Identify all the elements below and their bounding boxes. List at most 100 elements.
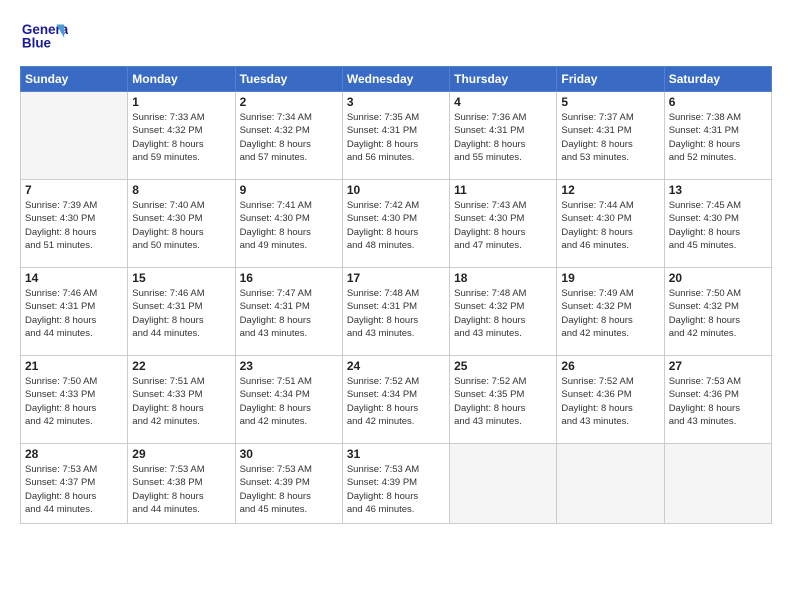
day-number: 24	[347, 359, 445, 373]
calendar-cell: 7Sunrise: 7:39 AMSunset: 4:30 PMDaylight…	[21, 180, 128, 268]
day-number: 10	[347, 183, 445, 197]
header: General Blue	[20, 16, 772, 56]
calendar-cell: 25 Sunrise: 7:52 AMSunset: 4:35 PMDayligh…	[450, 356, 557, 444]
day-number: 20	[669, 271, 767, 285]
day-number: 22	[132, 359, 230, 373]
cell-info: Sunrise: 7:45 AMSunset: 4:30 PMDaylight:…	[669, 199, 767, 252]
day-number: 23	[240, 359, 338, 373]
calendar-cell: 22 Sunrise: 7:51 AMSunset: 4:33 PMDayligh…	[128, 356, 235, 444]
day-number: 25	[454, 359, 552, 373]
day-number: 18	[454, 271, 552, 285]
logo: General Blue	[20, 16, 68, 56]
week-row-1: 1Sunrise: 7:33 AMSunset: 4:32 PMDaylight…	[21, 92, 772, 180]
calendar-cell	[21, 92, 128, 180]
day-header-thursday: Thursday	[450, 67, 557, 92]
logo-icon: General Blue	[20, 16, 68, 56]
cell-info: Sunrise: 7:50 AMSunset: 4:33 PMDaylight:…	[25, 375, 123, 428]
cell-info: Sunrise: 7:38 AMSunset: 4:31 PMDaylight:…	[669, 111, 767, 164]
day-header-monday: Monday	[128, 67, 235, 92]
day-number: 16	[240, 271, 338, 285]
day-number: 8	[132, 183, 230, 197]
cell-info: Sunrise: 7:48 AMSunset: 4:31 PMDaylight:…	[347, 287, 445, 340]
day-header-friday: Friday	[557, 67, 664, 92]
day-number: 7	[25, 183, 123, 197]
cell-info: Sunrise: 7:51 AMSunset: 4:34 PMDaylight:…	[240, 375, 338, 428]
calendar-cell: 18 Sunrise: 7:48 AMSunset: 4:32 PMDayligh…	[450, 268, 557, 356]
cell-info: Sunrise: 7:35 AMSunset: 4:31 PMDaylight:…	[347, 111, 445, 164]
day-number: 19	[561, 271, 659, 285]
cell-info: Sunrise: 7:46 AMSunset: 4:31 PMDaylight:…	[132, 287, 230, 340]
calendar-cell: 31 Sunrise: 7:53 AMSunset: 4:39 PMDayligh…	[342, 444, 449, 524]
calendar-cell: 14Sunrise: 7:46 AMSunset: 4:31 PMDayligh…	[21, 268, 128, 356]
cell-info: Sunrise: 7:53 AMSunset: 4:37 PMDaylight:…	[25, 463, 123, 516]
cell-info: Sunrise: 7:52 AMSunset: 4:34 PMDaylight:…	[347, 375, 445, 428]
calendar-cell: 24 Sunrise: 7:52 AMSunset: 4:34 PMDayligh…	[342, 356, 449, 444]
week-row-4: 21Sunrise: 7:50 AMSunset: 4:33 PMDayligh…	[21, 356, 772, 444]
cell-info: Sunrise: 7:44 AMSunset: 4:30 PMDaylight:…	[561, 199, 659, 252]
day-header-wednesday: Wednesday	[342, 67, 449, 92]
cell-info: Sunrise: 7:34 AMSunset: 4:32 PMDaylight:…	[240, 111, 338, 164]
calendar-cell: 17 Sunrise: 7:48 AMSunset: 4:31 PMDayligh…	[342, 268, 449, 356]
day-number: 13	[669, 183, 767, 197]
cell-info: Sunrise: 7:49 AMSunset: 4:32 PMDaylight:…	[561, 287, 659, 340]
day-number: 28	[25, 447, 123, 461]
calendar-cell: 23 Sunrise: 7:51 AMSunset: 4:34 PMDayligh…	[235, 356, 342, 444]
day-number: 3	[347, 95, 445, 109]
calendar-cell: 19 Sunrise: 7:49 AMSunset: 4:32 PMDayligh…	[557, 268, 664, 356]
cell-info: Sunrise: 7:36 AMSunset: 4:31 PMDaylight:…	[454, 111, 552, 164]
cell-info: Sunrise: 7:52 AMSunset: 4:36 PMDaylight:…	[561, 375, 659, 428]
cell-info: Sunrise: 7:40 AMSunset: 4:30 PMDaylight:…	[132, 199, 230, 252]
cell-info: Sunrise: 7:50 AMSunset: 4:32 PMDaylight:…	[669, 287, 767, 340]
day-number: 29	[132, 447, 230, 461]
calendar-cell: 1Sunrise: 7:33 AMSunset: 4:32 PMDaylight…	[128, 92, 235, 180]
calendar-cell: 26 Sunrise: 7:52 AMSunset: 4:36 PMDayligh…	[557, 356, 664, 444]
calendar-cell: 16Sunrise: 7:47 AMSunset: 4:31 PMDayligh…	[235, 268, 342, 356]
day-number: 30	[240, 447, 338, 461]
week-row-2: 7Sunrise: 7:39 AMSunset: 4:30 PMDaylight…	[21, 180, 772, 268]
day-number: 11	[454, 183, 552, 197]
cell-info: Sunrise: 7:43 AMSunset: 4:30 PMDaylight:…	[454, 199, 552, 252]
calendar-cell: 29 Sunrise: 7:53 AMSunset: 4:38 PMDayligh…	[128, 444, 235, 524]
calendar-cell: 15Sunrise: 7:46 AMSunset: 4:31 PMDayligh…	[128, 268, 235, 356]
page: General Blue SundayMondayTuesdayWednesda…	[0, 0, 792, 612]
calendar-cell: 3 Sunrise: 7:35 AMSunset: 4:31 PMDaylight…	[342, 92, 449, 180]
day-number: 2	[240, 95, 338, 109]
calendar-cell: 8 Sunrise: 7:40 AMSunset: 4:30 PMDaylight…	[128, 180, 235, 268]
calendar-cell: 5 Sunrise: 7:37 AMSunset: 4:31 PMDaylight…	[557, 92, 664, 180]
calendar-cell: 12 Sunrise: 7:44 AMSunset: 4:30 PMDayligh…	[557, 180, 664, 268]
cell-info: Sunrise: 7:51 AMSunset: 4:33 PMDaylight:…	[132, 375, 230, 428]
day-number: 6	[669, 95, 767, 109]
day-number: 26	[561, 359, 659, 373]
cell-info: Sunrise: 7:37 AMSunset: 4:31 PMDaylight:…	[561, 111, 659, 164]
day-header-saturday: Saturday	[664, 67, 771, 92]
calendar-cell: 6 Sunrise: 7:38 AMSunset: 4:31 PMDaylight…	[664, 92, 771, 180]
calendar-cell: 21Sunrise: 7:50 AMSunset: 4:33 PMDayligh…	[21, 356, 128, 444]
cell-info: Sunrise: 7:52 AMSunset: 4:35 PMDaylight:…	[454, 375, 552, 428]
day-number: 5	[561, 95, 659, 109]
calendar-cell	[450, 444, 557, 524]
cell-info: Sunrise: 7:42 AMSunset: 4:30 PMDaylight:…	[347, 199, 445, 252]
day-header-tuesday: Tuesday	[235, 67, 342, 92]
calendar-cell	[557, 444, 664, 524]
cell-info: Sunrise: 7:53 AMSunset: 4:38 PMDaylight:…	[132, 463, 230, 516]
day-header-sunday: Sunday	[21, 67, 128, 92]
calendar-cell: 28 Sunrise: 7:53 AMSunset: 4:37 PMDayligh…	[21, 444, 128, 524]
calendar: SundayMondayTuesdayWednesdayThursdayFrid…	[20, 66, 772, 524]
day-number: 12	[561, 183, 659, 197]
cell-info: Sunrise: 7:41 AMSunset: 4:30 PMDaylight:…	[240, 199, 338, 252]
calendar-cell: 30 Sunrise: 7:53 AMSunset: 4:39 PMDayligh…	[235, 444, 342, 524]
day-number: 31	[347, 447, 445, 461]
calendar-cell: 11 Sunrise: 7:43 AMSunset: 4:30 PMDayligh…	[450, 180, 557, 268]
day-number: 17	[347, 271, 445, 285]
week-row-5: 28 Sunrise: 7:53 AMSunset: 4:37 PMDayligh…	[21, 444, 772, 524]
day-number: 27	[669, 359, 767, 373]
calendar-cell: 20 Sunrise: 7:50 AMSunset: 4:32 PMDayligh…	[664, 268, 771, 356]
calendar-cell: 2 Sunrise: 7:34 AMSunset: 4:32 PMDaylight…	[235, 92, 342, 180]
calendar-cell: 9 Sunrise: 7:41 AMSunset: 4:30 PMDaylight…	[235, 180, 342, 268]
cell-info: Sunrise: 7:48 AMSunset: 4:32 PMDaylight:…	[454, 287, 552, 340]
cell-info: Sunrise: 7:53 AMSunset: 4:39 PMDaylight:…	[347, 463, 445, 516]
cell-info: Sunrise: 7:33 AMSunset: 4:32 PMDaylight:…	[132, 111, 230, 164]
cell-info: Sunrise: 7:53 AMSunset: 4:39 PMDaylight:…	[240, 463, 338, 516]
day-number: 9	[240, 183, 338, 197]
calendar-cell: 10 Sunrise: 7:42 AMSunset: 4:30 PMDayligh…	[342, 180, 449, 268]
